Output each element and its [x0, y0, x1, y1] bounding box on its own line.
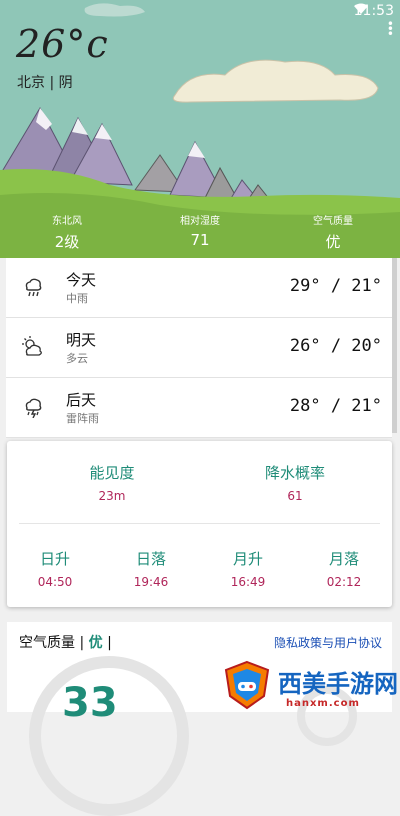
watermark-url: hanxm.com [286, 698, 360, 709]
forecast-temps: 29° / 21° [289, 276, 382, 296]
humidity-label: 相对湿度 [180, 216, 220, 227]
forecast-condition: 多云 [66, 352, 88, 365]
wind-stat: 东北风 2级 [7, 212, 127, 252]
rain-icon [25, 278, 42, 297]
forecast-condition: 中雨 [66, 292, 88, 305]
overflow-menu-icon[interactable]: • • • [387, 18, 394, 40]
current-temperature: 26°c [16, 22, 109, 66]
aqi-value: 33 [62, 680, 118, 726]
air-quality-title-text: 空气质量 [19, 635, 75, 651]
watermark-text: 西美手游网 [278, 670, 398, 698]
forecast-condition: 雷阵雨 [66, 412, 99, 425]
wind-value: 2级 [54, 233, 80, 251]
wind-label: 东北风 [52, 216, 82, 227]
moonrise-label: 月升 [232, 550, 263, 568]
cloudy-icon [22, 336, 42, 356]
air-quality-level: 优 [88, 635, 103, 651]
sunrise-value: 04:50 [37, 575, 73, 589]
shield-logo-icon [224, 660, 270, 710]
moonrise-value: 16:49 [230, 575, 266, 589]
moonrise-block: 月升 16:49 [208, 548, 288, 589]
visibility-value: 23m [98, 489, 126, 503]
humidity-value: 71 [190, 231, 210, 249]
moonset-block: 月落 02:12 [304, 548, 384, 589]
forecast-row-today[interactable]: 今天 中雨 29° / 21° [6, 258, 392, 318]
privacy-policy-link[interactable]: 隐私政策与用户协议 [274, 634, 382, 651]
precipitation-label: 降水概率 [264, 464, 325, 482]
forecast-day: 今天 [66, 271, 97, 289]
scrollbar[interactable] [392, 258, 397, 433]
current-location[interactable]: 北京 | 阴 [17, 72, 73, 92]
forecast-day: 明天 [66, 331, 97, 349]
thunderstorm-icon [25, 398, 42, 418]
sunset-value: 19:46 [133, 575, 169, 589]
forecast-temps: 28° / 21° [289, 396, 382, 416]
visibility-label: 能见度 [89, 464, 135, 482]
air-quality-label: 空气质量 [313, 216, 353, 227]
forecast-row-day-after[interactable]: 后天 雷阵雨 28° / 21° [6, 378, 392, 438]
air-quality-value: 优 [325, 233, 341, 251]
weather-hero: 11:53 • • • 26°c 北京 | 阴 东北风 2级 相对湿度 71 空气质… [0, 0, 400, 258]
wifi-icon [353, 3, 368, 14]
forecast-list: 今天 中雨 29° / 21° 明天 多云 26° / 20° 后天 雷阵雨 2… [6, 258, 392, 438]
air-quality-stat: 空气质量 优 [273, 212, 393, 252]
sunset-label: 日落 [135, 550, 166, 568]
forecast-day: 后天 [66, 391, 97, 409]
forecast-temps: 26° / 20° [289, 336, 382, 356]
sunrise-label: 日升 [39, 550, 70, 568]
sunrise-block: 日升 04:50 [15, 548, 95, 589]
divider [19, 523, 380, 524]
details-card: 能见度 23m 降水概率 61 日升 04:50 日落 19:46 月升 16:… [7, 441, 392, 607]
moonset-value: 02:12 [326, 575, 362, 589]
sunset-block: 日落 19:46 [111, 548, 191, 589]
humidity-stat: 相对湿度 71 [140, 212, 260, 249]
watermark: 西美手游网 hanxm.com [222, 660, 400, 712]
visibility-block: 能见度 23m [52, 462, 172, 503]
precipitation-block: 降水概率 61 [235, 462, 355, 503]
precipitation-value: 61 [287, 489, 303, 503]
air-quality-title: 空气质量 | 优 | [19, 635, 112, 651]
moonset-label: 月落 [328, 550, 359, 568]
forecast-row-tomorrow[interactable]: 明天 多云 26° / 20° [6, 318, 392, 378]
